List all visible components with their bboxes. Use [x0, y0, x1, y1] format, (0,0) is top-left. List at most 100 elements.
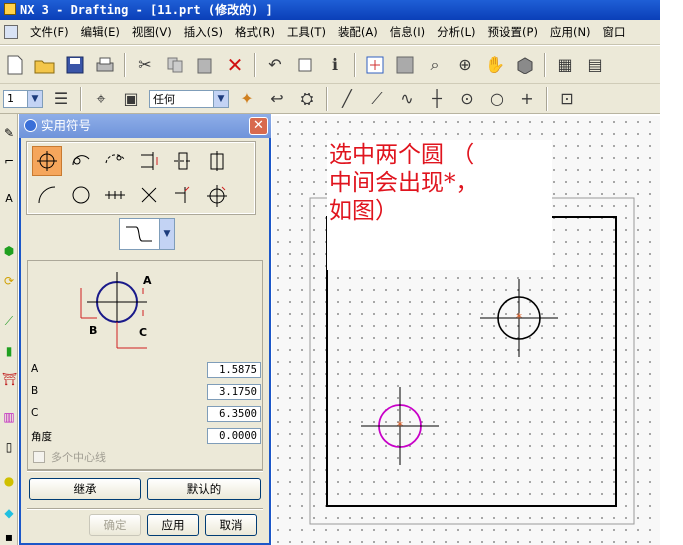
open-folder-icon[interactable]: [33, 53, 57, 77]
chevron-down-icon[interactable]: ▼: [27, 90, 42, 107]
menu-tools[interactable]: 工具(T): [281, 20, 332, 44]
param-angle-input[interactable]: 0.0000: [207, 428, 261, 444]
menu-insert[interactable]: 插入(S): [178, 20, 229, 44]
menu-edit[interactable]: 编辑(E): [75, 20, 126, 44]
circle-upper-right[interactable]: *: [480, 279, 558, 357]
table-icon[interactable]: ▤: [583, 53, 607, 77]
symmetric-centerline-icon[interactable]: [134, 146, 164, 176]
zoom-in-out-icon[interactable]: ⊕: [453, 53, 477, 77]
work-layer-combo[interactable]: 1 ▼: [3, 89, 43, 108]
cancel-button[interactable]: 取消: [205, 514, 257, 536]
center-mark-icon[interactable]: [32, 146, 62, 176]
delete-icon[interactable]: ✕: [223, 53, 247, 77]
arrow-back-icon[interactable]: ↩: [265, 87, 289, 111]
dialog-divider: [27, 470, 263, 472]
multi-centerline-label: 多个中心线: [51, 451, 106, 464]
cross-symbol-icon[interactable]: [134, 180, 164, 210]
param-b-input[interactable]: 3.1750: [207, 384, 261, 400]
ok-button[interactable]: 确定: [89, 514, 141, 536]
target-point-icon[interactable]: [66, 180, 96, 210]
point-constructor-icon[interactable]: ⛭: [295, 87, 319, 111]
default-button[interactable]: 默认的: [147, 478, 261, 500]
zoom-window-icon[interactable]: [393, 53, 417, 77]
paste-icon[interactable]: [193, 53, 217, 77]
print-icon[interactable]: [93, 53, 117, 77]
menu-window[interactable]: 窗口: [597, 20, 632, 44]
title-bar: NX 3 - Drafting - [11.prt (修改的) ]: [0, 0, 660, 20]
view-cube-icon[interactable]: ▣: [119, 87, 143, 111]
annotation-note: 选中两个圆 （ 中间会出现*， 如图）: [327, 140, 552, 270]
creation-method-combo[interactable]: ▼: [119, 218, 175, 250]
selection-intent-icon[interactable]: ✦: [235, 87, 259, 111]
tool-icon[interactable]: ●: [2, 474, 16, 490]
toolbar-separator: [544, 52, 546, 77]
centerline-2d-icon[interactable]: [168, 146, 198, 176]
automatic-centerline-icon[interactable]: [202, 180, 232, 210]
fit-view-icon[interactable]: [363, 53, 387, 77]
menu-view[interactable]: 视图(V): [126, 20, 178, 44]
chevron-down-icon[interactable]: ▼: [213, 90, 228, 107]
tool-icon[interactable]: ⌐: [2, 154, 16, 170]
menu-assembly[interactable]: 装配(A): [332, 20, 384, 44]
centerline-3d-icon[interactable]: [202, 146, 232, 176]
circular-centerline-icon[interactable]: [100, 146, 130, 176]
new-file-icon[interactable]: [3, 53, 27, 77]
zoom-icon[interactable]: ⌕: [423, 53, 447, 77]
tool-icon[interactable]: ▪: [2, 530, 16, 545]
intersection-corner-icon[interactable]: [168, 180, 198, 210]
menu-format[interactable]: 格式(R): [229, 20, 281, 44]
circle-lower-left[interactable]: *: [361, 387, 439, 465]
line-icon[interactable]: ╱: [335, 87, 359, 111]
type-filter-combo[interactable]: 任何 ▼: [149, 89, 229, 108]
layer-stack-icon[interactable]: ☰: [49, 87, 73, 111]
tool-icon[interactable]: ✎: [2, 126, 16, 142]
preview-label-c: C: [139, 326, 147, 339]
tool-icon[interactable]: ▥: [2, 410, 16, 426]
menu-analysis[interactable]: 分析(L): [431, 20, 481, 44]
layer-settings-icon[interactable]: ▦: [553, 53, 577, 77]
crosshair-icon[interactable]: +: [515, 87, 539, 111]
tool-icon[interactable]: ▮: [2, 344, 16, 360]
bolt-circle-icon[interactable]: [66, 146, 96, 176]
hexagon-icon[interactable]: ⬢: [2, 244, 16, 260]
circle-icon[interactable]: ○: [485, 87, 509, 111]
shaded-view-icon[interactable]: [513, 53, 537, 77]
multi-centerline-option[interactable]: 多个中心线: [33, 449, 106, 465]
text-tool-icon[interactable]: A: [2, 192, 16, 208]
menu-application[interactable]: 应用(N): [544, 20, 597, 44]
line-angled-icon[interactable]: ⟋: [365, 87, 389, 111]
system-menu-icon[interactable]: [4, 25, 18, 39]
centerline-icon[interactable]: ┼: [425, 87, 449, 111]
dialog-title-bar[interactable]: 实用符号 ✕: [19, 114, 271, 138]
circle-point-icon[interactable]: ⊙: [455, 87, 479, 111]
preview-label-b: B: [89, 324, 97, 337]
snap-point-icon[interactable]: ⌖: [89, 87, 113, 111]
save-icon[interactable]: [63, 53, 87, 77]
tool-icon[interactable]: ▯: [2, 440, 16, 456]
annotation-icon[interactable]: ⊡: [555, 87, 579, 111]
pan-icon[interactable]: ✋: [483, 53, 507, 77]
tool-icon[interactable]: ⟋: [2, 314, 16, 330]
menu-file[interactable]: 文件(F): [24, 20, 75, 44]
object-info-icon[interactable]: [293, 53, 317, 77]
undo-icon[interactable]: ↶: [263, 53, 287, 77]
offset-center-point-icon[interactable]: [32, 180, 62, 210]
cut-icon[interactable]: ✂: [133, 53, 157, 77]
param-a-input[interactable]: 1.5875: [207, 362, 261, 378]
apply-button[interactable]: 应用: [147, 514, 199, 536]
information-icon[interactable]: ℹ: [323, 53, 347, 77]
menu-info[interactable]: 信息(I): [384, 20, 431, 44]
multi-centerline-checkbox[interactable]: [33, 451, 45, 463]
param-c-input[interactable]: 6.3500: [207, 406, 261, 422]
chevron-down-icon[interactable]: ▼: [159, 219, 174, 249]
tool-icon[interactable]: ◆: [2, 506, 16, 522]
inherit-button[interactable]: 继承: [29, 478, 141, 500]
tool-icon[interactable]: ⟳: [2, 274, 16, 290]
intersection-symbol-icon[interactable]: [100, 180, 130, 210]
menu-preferences[interactable]: 预设置(P): [482, 20, 544, 44]
dialog-divider: [27, 508, 263, 510]
copy-icon[interactable]: [163, 53, 187, 77]
tool-icon[interactable]: ⛩: [2, 372, 17, 388]
curve-icon[interactable]: ∿: [395, 87, 419, 111]
close-icon[interactable]: ✕: [249, 117, 268, 135]
